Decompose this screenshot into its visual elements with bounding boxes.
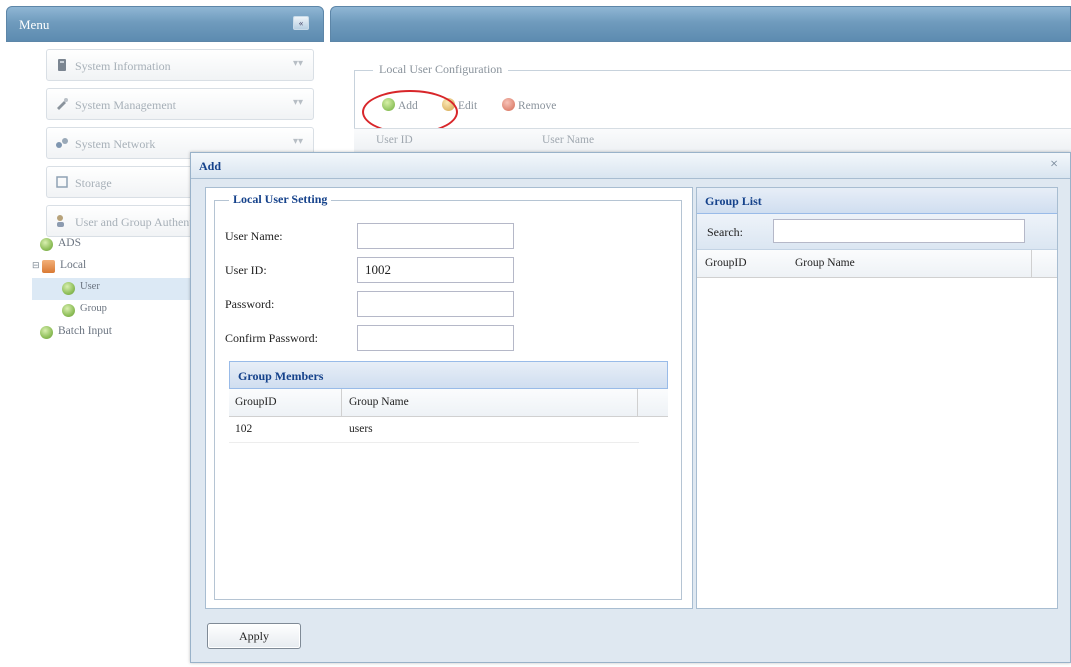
menu-section-label: System Management [75,98,176,112]
content-body: Local User Configuration Add Edit Remove… [330,42,1071,170]
confirm-password-row: Confirm Password: [225,325,685,351]
collapse-icon[interactable]: « [293,16,309,30]
local-user-setting-legend: Local User Setting [229,192,332,207]
column-user-id[interactable]: User ID [376,134,413,146]
group-members-grid: Group Members GroupID Group Name 102 use… [229,361,668,451]
table-row[interactable]: 102 users [229,417,639,443]
confirm-password-input[interactable] [357,325,514,351]
column-groupid[interactable]: GroupID [705,257,747,269]
tree-item-label: ADS [58,237,82,249]
apply-button[interactable]: Apply [207,623,301,649]
chevron-down-icon: ▾▾ [292,136,303,147]
ads-icon [40,238,53,251]
user-icon [62,282,75,295]
info-icon [58,59,66,71]
chevron-down-icon: ▾▾ [292,97,303,108]
user-name-label: User Name: [225,229,283,243]
menu-title: Menu [19,17,50,32]
password-row: Password: [225,291,685,317]
users-icon [57,215,64,227]
dialog-title-bar[interactable]: Add × [191,153,1070,179]
group-list-title: Group List [697,188,1057,214]
remove-button[interactable]: Remove [502,98,556,112]
content-header [330,6,1071,42]
close-icon[interactable]: × [1050,157,1058,173]
tree-item-label: Batch Input [58,325,112,337]
tree-item-label: User [80,281,100,292]
group-members-title: Group Members [229,361,668,389]
collapse-tree-icon[interactable]: ⊟ [32,260,40,271]
dialog-title: Add [199,159,222,173]
column-group-name[interactable]: Group Name [349,396,409,408]
batch-input-icon [40,326,53,339]
group-list-pane: Group List Search: GroupID Group Name [696,187,1058,609]
config-legend: Local User Configuration [373,62,509,77]
group-name-cell: users [349,423,373,435]
tree-item-label: Local [60,259,87,271]
password-label: Password: [225,297,275,311]
group-icon [62,304,75,317]
add-dialog: Add × Local User Setting User Name: User… [190,152,1071,663]
local-user-setting-fieldset: Local User Setting User Name: User ID: P… [214,192,685,600]
menu-section-label: System Information [75,59,171,73]
password-input[interactable] [357,291,514,317]
network-icon [56,138,68,148]
column-divider [341,389,342,417]
search-input[interactable] [773,219,1025,243]
menu-section-label: System Network [75,137,156,151]
users-grid-header: User ID User Name [354,128,1071,152]
menu-section-system-information[interactable]: System Information ▾▾ [46,49,314,81]
toolbar: Add Edit Remove [374,96,1054,118]
menu-section-system-management[interactable]: System Management ▾▾ [46,88,314,120]
local-user-setting-pane: Local User Setting User Name: User ID: P… [205,187,693,609]
column-user-name[interactable]: User Name [542,134,594,146]
wrench-icon [57,98,68,110]
column-groupid[interactable]: GroupID [235,396,277,408]
group-id-cell: 102 [235,423,253,435]
column-divider [1031,250,1032,278]
remove-icon [502,98,515,111]
menu-header: Menu « [6,6,324,42]
chevron-down-icon: ▾▾ [292,58,303,69]
group-list-search-bar: Search: [697,214,1057,250]
group-members-columns: GroupID Group Name [229,389,668,417]
user-name-input[interactable] [357,223,514,249]
user-name-row: User Name: [225,223,685,249]
user-id-row: User ID: [225,257,685,283]
group-list-columns: GroupID Group Name [697,250,1057,278]
storage-icon [56,176,68,188]
column-group-name[interactable]: Group Name [795,257,855,269]
search-label: Search: [707,225,743,239]
user-id-label: User ID: [225,263,267,277]
tree-item-label: Group [80,303,107,314]
confirm-password-label: Confirm Password: [225,331,318,345]
column-divider [637,389,638,417]
folder-icon [42,260,55,273]
user-id-input[interactable] [357,257,514,283]
